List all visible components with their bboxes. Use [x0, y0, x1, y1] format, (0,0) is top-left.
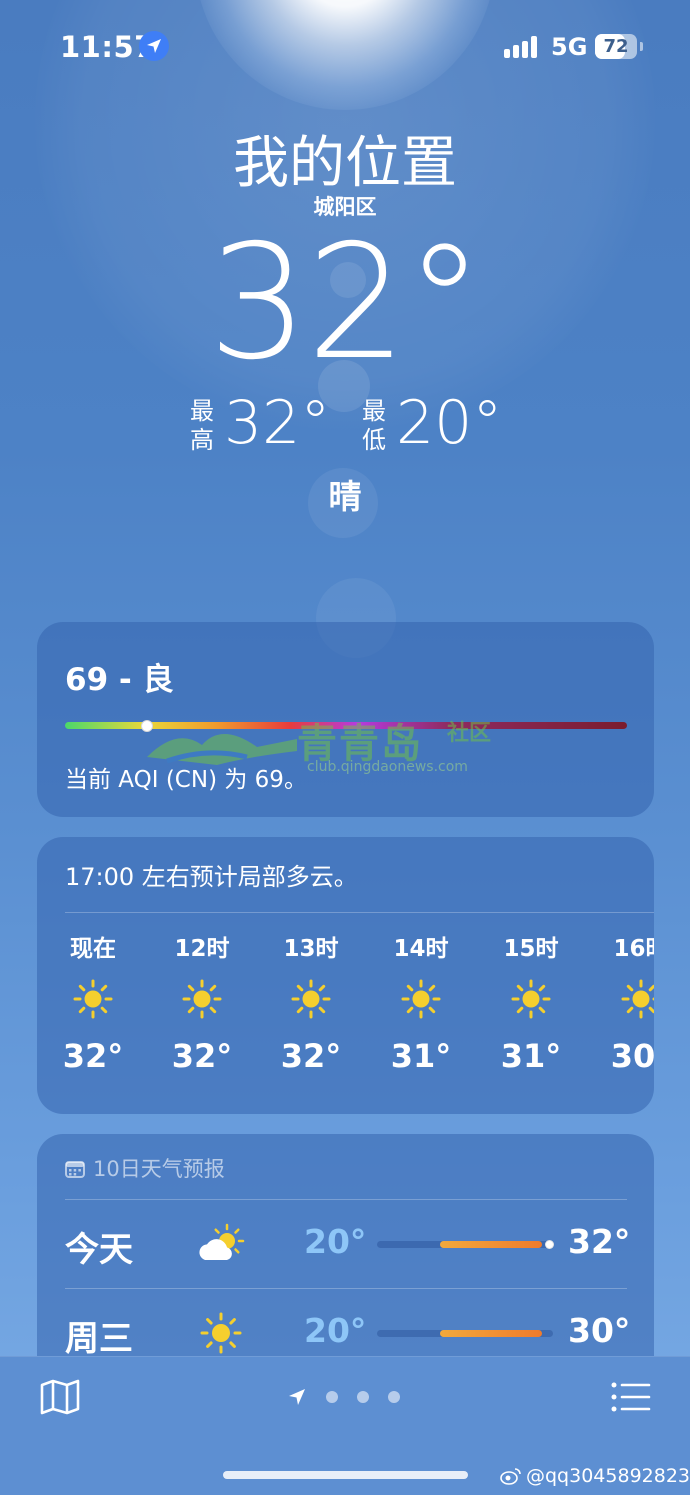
hour-label: 13时 — [283, 936, 339, 962]
list-icon[interactable] — [611, 1381, 651, 1413]
day-name: 周三 — [65, 1319, 133, 1359]
weibo-logo-icon — [500, 1468, 521, 1485]
aqi-description: 当前 AQI (CN) 为 69。 — [65, 767, 307, 793]
aqi-card[interactable]: 69 - 良 青青岛 社区 club.qingdaonews.com 当前 AQ… — [37, 622, 654, 817]
battery-icon: 72 — [595, 34, 637, 59]
day-name: 今天 — [65, 1230, 133, 1270]
status-bar: 11:57 5G 72 — [0, 0, 690, 95]
hourly-summary: 17:00 左右预计局部多云。 — [65, 863, 358, 891]
calendar-icon — [65, 1161, 85, 1178]
page-dot — [326, 1391, 338, 1403]
network-type: 5G — [551, 33, 588, 61]
hour-item: 现在 32° — [38, 929, 148, 1075]
bottom-toolbar: @qq3045892823 — [0, 1356, 690, 1495]
page-dot — [388, 1391, 400, 1403]
day-high-temp: 30° — [568, 1311, 631, 1350]
location-name: 我的位置 — [233, 131, 457, 196]
current-temp-marker — [544, 1240, 554, 1249]
hour-temp: 32° — [62, 1037, 124, 1075]
weibo-watermark: @qq3045892823 — [500, 1465, 690, 1487]
daily-header: 10日天气预报 — [65, 1153, 225, 1183]
home-indicator[interactable] — [223, 1471, 468, 1479]
weibo-handle: @qq3045892823 — [526, 1465, 690, 1487]
hour-label: 12时 — [174, 936, 230, 962]
map-icon[interactable] — [40, 1379, 80, 1415]
hour-temp: 32° — [171, 1037, 233, 1075]
page-dot — [357, 1391, 369, 1403]
temp-range-fill — [440, 1330, 543, 1337]
hour-item: 13时 32° — [256, 929, 366, 1075]
low-temp: 20° — [396, 388, 503, 458]
high-label: 最高 — [190, 397, 214, 454]
day-row[interactable]: 今天 20° 32° — [37, 1200, 654, 1288]
day-low-temp: 20° — [304, 1311, 367, 1350]
partly-cloudy-icon — [199, 1223, 245, 1260]
hour-item: 12时 32° — [147, 929, 257, 1075]
page-indicator[interactable] — [288, 1387, 408, 1407]
high-low: 最高 32° 最低 20° — [190, 388, 510, 464]
hour-temp: 32° — [280, 1037, 342, 1075]
sun-icon — [200, 1312, 242, 1354]
sun-icon — [621, 979, 654, 1019]
divider — [65, 912, 654, 913]
sun-icon — [182, 979, 222, 1019]
hourly-forecast-card[interactable]: 17:00 左右预计局部多云。 现在 32° 12时 32° 13时 32° 1… — [37, 837, 654, 1114]
day-low-temp: 20° — [304, 1222, 367, 1261]
hour-temp: 31° — [500, 1037, 562, 1075]
sun-icon — [511, 979, 551, 1019]
sun-icon — [401, 979, 441, 1019]
hour-item: 14时 31° — [366, 929, 476, 1075]
low-label: 最低 — [362, 397, 386, 454]
hour-temp: 30° — [610, 1037, 654, 1075]
battery-nub — [640, 42, 643, 51]
temp-range-track — [377, 1240, 554, 1249]
current-condition: 晴 — [328, 477, 362, 516]
temp-range-fill — [440, 1241, 543, 1248]
hour-temp: 31° — [390, 1037, 452, 1075]
temp-range-track — [377, 1330, 553, 1337]
day-high-temp: 32° — [568, 1222, 631, 1261]
signal-icon — [504, 36, 540, 58]
hour-label: 16时 — [613, 936, 654, 962]
current-temperature: 32° — [207, 211, 484, 395]
hour-label: 现在 — [70, 936, 116, 962]
hour-item: 15时 31° — [476, 929, 586, 1075]
sun-icon — [291, 979, 331, 1019]
location-arrow-icon — [289, 1389, 305, 1405]
aqi-value: 69 - 良 — [65, 662, 174, 698]
sun-icon — [73, 979, 113, 1019]
watermark-sub: 社区 — [447, 721, 492, 746]
hour-label: 14时 — [393, 936, 449, 962]
high-temp: 32° — [224, 388, 331, 458]
watermark-url: club.qingdaonews.com — [307, 759, 468, 775]
battery-level: 72 — [603, 36, 629, 57]
hourly-scroller[interactable]: 现在 32° 12时 32° 13时 32° 14时 31° 15时 31° 1… — [37, 929, 654, 1099]
location-arrow-icon — [139, 31, 169, 61]
daily-header-label: 10日天气预报 — [93, 1157, 225, 1181]
hour-label: 15时 — [503, 936, 559, 962]
hour-item: 16时 30° — [586, 929, 654, 1075]
